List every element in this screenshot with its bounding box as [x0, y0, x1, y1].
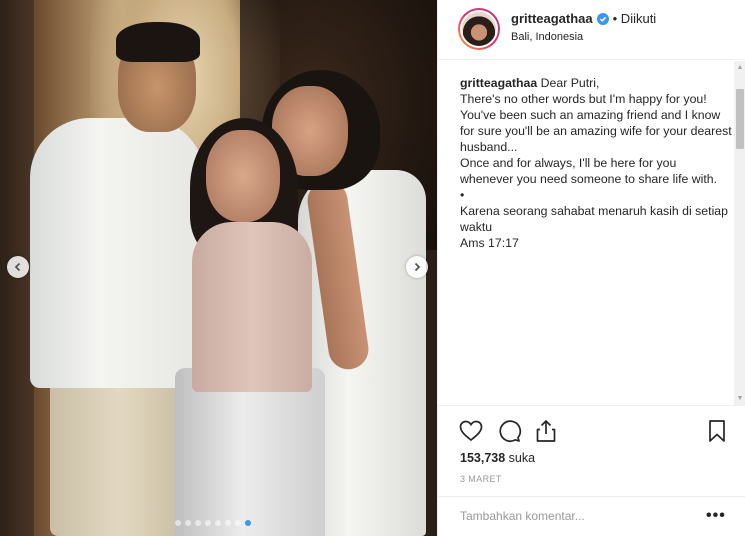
- share-button[interactable]: [533, 418, 559, 444]
- caption-line: Dear Putri,: [540, 76, 600, 90]
- comments-area[interactable]: gritteagathaa Dear Putri, There's no oth…: [438, 61, 745, 406]
- scrollbar-thumb[interactable]: [736, 89, 744, 149]
- caption-line: There's no other words but I'm happy for…: [460, 92, 707, 106]
- bookmark-icon: [709, 420, 725, 442]
- girl-skirt: [175, 368, 325, 536]
- caption-line: You've been such an amazing friend and I…: [460, 108, 732, 154]
- carousel-dot: [205, 520, 211, 526]
- share-icon: [536, 420, 556, 442]
- post-date[interactable]: 3 MARET: [460, 474, 502, 484]
- man-hair: [116, 22, 200, 62]
- avatar-image: [460, 10, 498, 48]
- header-username[interactable]: gritteagathaa: [511, 11, 593, 26]
- carousel-dot: [225, 520, 231, 526]
- caption-line: Ams 17:17: [460, 236, 519, 250]
- carousel-dot: [235, 520, 241, 526]
- caption-line: Karena seorang sahabat menaruh kasih di …: [460, 204, 728, 234]
- girl-face: [206, 130, 280, 222]
- caption-username[interactable]: gritteagathaa: [460, 76, 537, 90]
- scrollbar[interactable]: ▲ ▼: [734, 61, 745, 405]
- chevron-left-icon: [14, 262, 21, 272]
- carousel-dot: [215, 520, 221, 526]
- carousel-dot: [185, 520, 191, 526]
- carousel-indicator: [175, 520, 251, 526]
- carousel-dot: [175, 520, 181, 526]
- scroll-down-icon[interactable]: ▼: [736, 395, 744, 403]
- comment-input[interactable]: [460, 509, 690, 523]
- follow-status[interactable]: • Diikuti: [613, 11, 657, 26]
- add-comment-section: •••: [438, 496, 745, 536]
- man-pants: [50, 372, 190, 536]
- caption-line: •: [460, 188, 465, 202]
- carousel-prev-button[interactable]: [7, 256, 29, 278]
- more-options-button[interactable]: •••: [706, 507, 726, 525]
- like-button[interactable]: [458, 418, 484, 444]
- man-shirt: [30, 118, 205, 388]
- post-side-panel: gritteagathaa • Diikuti Bali, Indonesia …: [437, 0, 745, 536]
- carousel-dot: [195, 520, 201, 526]
- action-bar: [458, 416, 728, 446]
- post-header: gritteagathaa • Diikuti Bali, Indonesia: [438, 0, 745, 60]
- post-photo[interactable]: [0, 0, 437, 536]
- heart-icon: [459, 420, 483, 442]
- carousel-dot-active: [245, 520, 251, 526]
- avatar[interactable]: [458, 8, 500, 50]
- scroll-up-icon[interactable]: ▲: [736, 64, 744, 72]
- girl-top: [192, 222, 312, 392]
- verified-badge-icon: [596, 12, 609, 25]
- chevron-right-icon: [414, 262, 421, 272]
- like-count-label: suka: [508, 451, 536, 465]
- comment-button[interactable]: [496, 418, 522, 444]
- caption-line: Once and for always, I'll be here for yo…: [460, 156, 718, 186]
- like-count-value: 153,738: [460, 451, 506, 465]
- comment-icon: [499, 420, 522, 443]
- save-button[interactable]: [704, 418, 730, 444]
- location-link[interactable]: Bali, Indonesia: [511, 31, 583, 43]
- caption: gritteagathaa Dear Putri, There's no oth…: [460, 75, 732, 251]
- like-count[interactable]: 153,738 suka: [460, 451, 535, 465]
- carousel-next-button[interactable]: [406, 256, 428, 278]
